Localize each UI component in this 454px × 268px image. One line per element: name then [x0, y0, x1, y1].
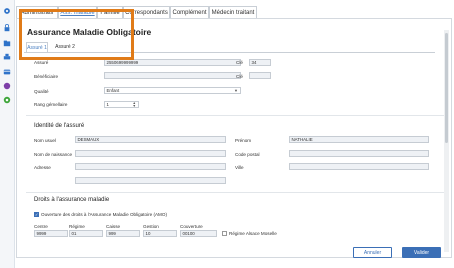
- cancel-button[interactable]: Annuler: [353, 247, 392, 258]
- couverture-label: Couverture: [180, 224, 203, 229]
- adresse-field-1[interactable]: [75, 163, 226, 170]
- qualite-label: Qualité: [34, 89, 49, 94]
- rang-value: 1: [106, 102, 109, 107]
- tab-administratif[interactable]: Administratif: [16, 6, 58, 18]
- rang-stepper[interactable]: 1 ▲ ▼: [104, 101, 139, 108]
- caisse-label: Caisse: [106, 224, 121, 229]
- form-panel: Assurance Maladie Obligatoire Assuré 1 A…: [16, 18, 452, 258]
- prenom-field[interactable]: NATHALIE: [289, 136, 429, 143]
- chevron-down-icon: ▼: [234, 88, 238, 93]
- subtab-assure-1[interactable]: Assuré 1: [26, 42, 48, 52]
- card-icon[interactable]: [3, 68, 11, 76]
- adresse-label: Adresse: [34, 165, 51, 170]
- folder-icon[interactable]: [3, 39, 11, 47]
- lock-icon[interactable]: [3, 24, 11, 32]
- purple-circle-icon[interactable]: [3, 82, 11, 90]
- tab-famille[interactable]: Famille: [97, 6, 123, 18]
- page-title: Assurance Maladie Obligatoire: [27, 27, 152, 37]
- couverture-field[interactable]: 00100: [180, 230, 217, 237]
- divider: [26, 115, 444, 116]
- regime-field[interactable]: 01: [69, 230, 103, 237]
- tab-complement[interactable]: Complément: [170, 6, 209, 18]
- validate-button[interactable]: Valider: [402, 247, 441, 258]
- caisse-field[interactable]: 999: [106, 230, 140, 237]
- assure-field[interactable]: 2550699999999: [104, 59, 241, 66]
- printer-icon[interactable]: [3, 53, 11, 61]
- subtab-assure-2[interactable]: Assuré 2: [53, 42, 77, 52]
- qualite-select[interactable]: Enfant ▼: [104, 87, 241, 94]
- code-postal-field[interactable]: [289, 150, 429, 157]
- ouverture-checkbox[interactable]: ✓: [34, 212, 39, 217]
- qualite-value: Enfant: [106, 88, 120, 93]
- subtab-divider: [24, 52, 435, 53]
- centre-label: Centre: [34, 224, 48, 229]
- alsace-checkbox[interactable]: [222, 231, 227, 236]
- stepper-arrows-icon: ▲ ▼: [132, 101, 136, 108]
- beneficiaire-label: Bénéficiaire: [34, 74, 59, 79]
- chat-icon[interactable]: [3, 96, 11, 104]
- gestion-field[interactable]: 10: [143, 230, 177, 237]
- divider: [26, 192, 444, 193]
- scrollbar-thumb[interactable]: [445, 33, 448, 143]
- gestion-label: Gestion: [143, 224, 159, 229]
- assure-label: Assuré: [34, 60, 49, 65]
- cle-field[interactable]: 34: [249, 59, 271, 66]
- nom-naissance-label: Nom de naissance: [34, 152, 73, 157]
- tab-correspondants[interactable]: Correspondants: [123, 6, 170, 18]
- regime-label: Régime: [69, 224, 85, 229]
- cle2-field[interactable]: [249, 72, 271, 79]
- centre-field[interactable]: 9999: [34, 230, 68, 237]
- adresse-field-2[interactable]: [75, 177, 226, 184]
- alsace-label: Régime Alsace Moselle: [229, 231, 277, 236]
- cle-label: Clé: [236, 60, 243, 65]
- code-postal-label: Code postal: [235, 152, 260, 157]
- ville-field[interactable]: [289, 163, 429, 170]
- prenom-label: Prénom: [235, 138, 252, 143]
- gear-icon[interactable]: [3, 7, 11, 15]
- ouverture-label: Ouverture des droits à l'Assurance Malad…: [41, 212, 167, 217]
- sidebar: [0, 0, 15, 268]
- cle2-label: Clé: [236, 74, 243, 79]
- rang-label: Rang gémellaire: [34, 102, 68, 107]
- tab-ass-maladie[interactable]: Ass. maladie: [58, 6, 97, 18]
- tab-medecin-traitant[interactable]: Médecin traitant: [209, 6, 257, 18]
- identite-section-title: Identité de l'assuré: [34, 123, 85, 129]
- droits-section-title: Droits à l'assurance maladie: [34, 197, 110, 203]
- beneficiaire-field[interactable]: [104, 72, 241, 79]
- nom-naissance-field[interactable]: [75, 150, 226, 157]
- ville-label: Ville: [235, 165, 244, 170]
- nom-usuel-label: Nom usuel: [34, 138, 56, 143]
- nom-usuel-field[interactable]: DESMAUX: [75, 136, 226, 143]
